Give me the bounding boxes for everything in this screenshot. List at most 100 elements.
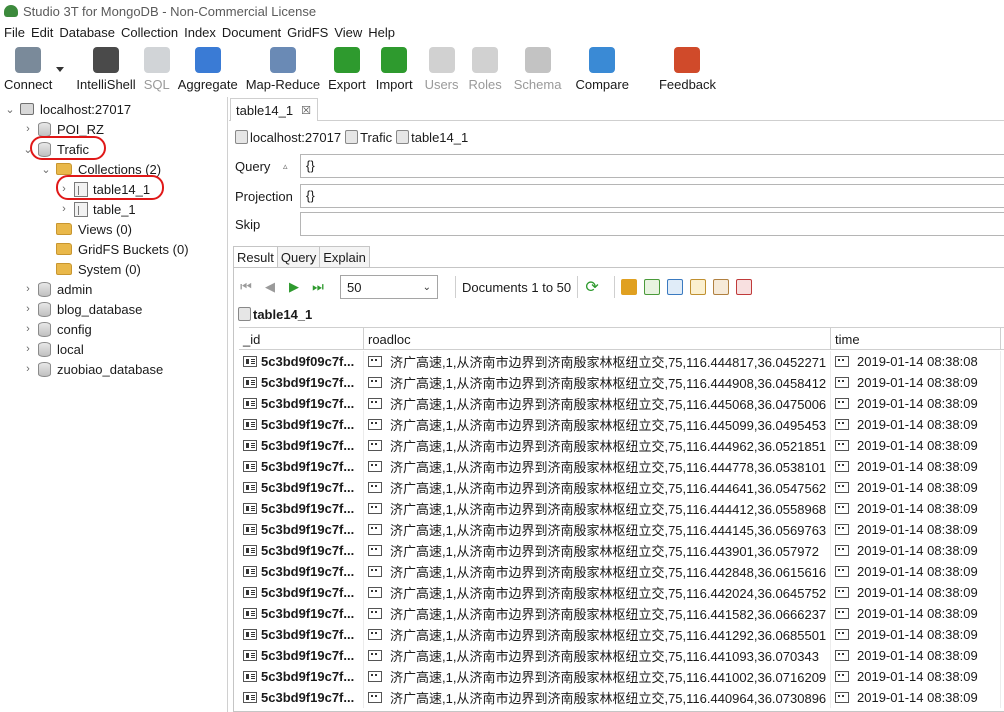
chevron-down-icon[interactable]: ⌄ <box>4 103 16 116</box>
cell-time[interactable]: 2019-01-14 08:38:09 <box>831 561 1001 582</box>
table-row[interactable]: 5c3bd9f19c7f... 济广高速,1,从济南市边界到济南殷家林枢纽立交,7… <box>239 456 1004 477</box>
toolbar-users-button[interactable]: Users <box>425 43 459 97</box>
toolbar-roles-button[interactable]: Roles <box>469 43 502 97</box>
menu-gridfs[interactable]: GridFS <box>286 25 333 40</box>
menu-document[interactable]: Document <box>221 25 286 40</box>
cell-id[interactable]: 5c3bd9f19c7f... <box>239 519 364 540</box>
table-row[interactable]: 5c3bd9f19c7f... 济广高速,1,从济南市边界到济南殷家林枢纽立交,7… <box>239 477 1004 498</box>
cell-roadloc[interactable]: 济广高速,1,从济南市边界到济南殷家林枢纽立交,75,116.443901,36… <box>364 540 831 561</box>
cell-roadloc[interactable]: 济广高速,1,从济南市边界到济南殷家林枢纽立交,75,116.441093,36… <box>364 645 831 666</box>
cell-time[interactable]: 2019-01-14 08:38:09 <box>831 687 1001 708</box>
chevron-right-icon[interactable]: › <box>22 123 34 135</box>
menu-database[interactable]: Database <box>58 25 120 40</box>
tab-query[interactable]: Query <box>276 246 321 268</box>
cell-time[interactable]: 2019-01-14 08:38:09 <box>831 666 1001 687</box>
query-input[interactable]: {} <box>300 154 1004 178</box>
lock-icon[interactable] <box>621 279 638 295</box>
tree-db-admin[interactable]: › admin <box>22 279 92 299</box>
cell-roadloc[interactable]: 济广高速,1,从济南市边界到济南殷家林枢纽立交,75,116.442024,36… <box>364 582 831 603</box>
cell-id[interactable]: 5c3bd9f19c7f... <box>239 498 364 519</box>
sort-toggle-icon[interactable]: ▵ <box>283 161 288 172</box>
first-page-icon[interactable]: ⏮ <box>238 279 254 295</box>
cell-time[interactable]: 2019-01-14 08:38:09 <box>831 540 1001 561</box>
tab-explain[interactable]: Explain <box>319 246 370 268</box>
chevron-right-icon[interactable]: › <box>22 323 34 335</box>
table-row[interactable]: 5c3bd9f19c7f... 济广高速,1,从济南市边界到济南殷家林枢纽立交,7… <box>239 498 1004 519</box>
page-size-select[interactable]: 50 ⌄ <box>340 275 438 299</box>
table-row[interactable]: 5c3bd9f19c7f... 济广高速,1,从济南市边界到济南殷家林枢纽立交,7… <box>239 372 1004 393</box>
column-header-time[interactable]: time <box>831 328 1001 350</box>
toolbar-intellishell-button[interactable]: IntelliShell <box>76 43 136 97</box>
cell-id[interactable]: 5c3bd9f19c7f... <box>239 477 364 498</box>
cell-roadloc[interactable]: 济广高速,1,从济南市边界到济南殷家林枢纽立交,75,116.440964,36… <box>364 687 831 708</box>
table-row[interactable]: 5c3bd9f19c7f... 济广高速,1,从济南市边界到济南殷家林枢纽立交,7… <box>239 414 1004 435</box>
cell-id[interactable]: 5c3bd9f19c7f... <box>239 645 364 666</box>
menu-collection[interactable]: Collection <box>120 25 183 40</box>
cell-time[interactable]: 2019-01-14 08:38:09 <box>831 624 1001 645</box>
table-row[interactable]: 5c3bd9f19c7f... 济广高速,1,从济南市边界到济南殷家林枢纽立交,7… <box>239 582 1004 603</box>
tab-table14-1[interactable]: table14_1 ☒ <box>230 98 318 121</box>
view-document-icon[interactable] <box>667 279 684 295</box>
toolbar-feedback-button[interactable]: Feedback <box>659 43 716 97</box>
table-row[interactable]: 5c3bd9f19c7f... 济广高速,1,从济南市边界到济南殷家林枢纽立交,7… <box>239 561 1004 582</box>
cell-id[interactable]: 5c3bd9f19c7f... <box>239 372 364 393</box>
chevron-right-icon[interactable]: › <box>22 303 34 315</box>
cell-time[interactable]: 2019-01-14 08:38:09 <box>831 393 1001 414</box>
toolbar-aggregate-button[interactable]: Aggregate <box>178 43 238 97</box>
tree-db-zuobiao-database[interactable]: › zuobiao_database <box>22 359 163 379</box>
table-row[interactable]: 5c3bd9f19c7f... 济广高速,1,从济南市边界到济南殷家林枢纽立交,7… <box>239 519 1004 540</box>
cell-id[interactable]: 5c3bd9f19c7f... <box>239 456 364 477</box>
edit-field-icon[interactable] <box>713 279 730 295</box>
cell-time[interactable]: 2019-01-14 08:38:09 <box>831 372 1001 393</box>
cell-time[interactable]: 2019-01-14 08:38:09 <box>831 477 1001 498</box>
menu-file[interactable]: File <box>3 25 30 40</box>
cell-time[interactable]: 2019-01-14 08:38:09 <box>831 498 1001 519</box>
previous-page-icon[interactable]: ◀ <box>262 279 278 295</box>
toolbar-map-reduce-button[interactable]: Map-Reduce <box>246 43 320 97</box>
cell-roadloc[interactable]: 济广高速,1,从济南市边界到济南殷家林枢纽立交,75,116.445099,36… <box>364 414 831 435</box>
chevron-right-icon[interactable]: › <box>58 203 70 215</box>
menu-index[interactable]: Index <box>183 25 221 40</box>
cell-id[interactable]: 5c3bd9f19c7f... <box>239 582 364 603</box>
cell-id[interactable]: 5c3bd9f19c7f... <box>239 624 364 645</box>
tree-collection-table-1[interactable]: › table_1 <box>58 199 136 219</box>
chevron-right-icon[interactable]: › <box>22 343 34 355</box>
menu-view[interactable]: View <box>333 25 367 40</box>
tree-folder-views[interactable]: Views (0) <box>56 219 132 239</box>
cell-roadloc[interactable]: 济广高速,1,从济南市边界到济南殷家林枢纽立交,75,116.444908,36… <box>364 372 831 393</box>
toolbar-sql-button[interactable]: SQL <box>143 43 170 97</box>
column-header-roadloc[interactable]: roadloc <box>364 328 831 350</box>
skip-input[interactable] <box>300 212 1004 236</box>
cell-roadloc[interactable]: 济广高速,1,从济南市边界到济南殷家林枢纽立交,75,116.441002,36… <box>364 666 831 687</box>
cell-roadloc[interactable]: 济广高速,1,从济南市边界到济南殷家林枢纽立交,75,116.445068,36… <box>364 393 831 414</box>
chevron-right-icon[interactable]: › <box>22 363 34 375</box>
table-row[interactable]: 5c3bd9f19c7f... 济广高速,1,从济南市边界到济南殷家林枢纽立交,7… <box>239 393 1004 414</box>
toolbar-connect-button[interactable]: Connect <box>4 43 52 97</box>
table-row[interactable]: 5c3bd9f19c7f... 济广高速,1,从济南市边界到济南殷家林枢纽立交,7… <box>239 645 1004 666</box>
cell-time[interactable]: 2019-01-14 08:38:08 <box>831 351 1001 372</box>
breadcrumb-database[interactable]: Trafic <box>360 130 392 145</box>
cell-id[interactable]: 5c3bd9f19c7f... <box>239 666 364 687</box>
cell-roadloc[interactable]: 济广高速,1,从济南市边界到济南殷家林枢纽立交,75,116.441582,36… <box>364 603 831 624</box>
cell-id[interactable]: 5c3bd9f19c7f... <box>239 603 364 624</box>
chevron-right-icon[interactable]: › <box>22 283 34 295</box>
toolbar-compare-button[interactable]: Compare <box>575 43 629 97</box>
cell-time[interactable]: 2019-01-14 08:38:09 <box>831 435 1001 456</box>
cell-time[interactable]: 2019-01-14 08:38:09 <box>831 603 1001 624</box>
projection-input[interactable]: {} <box>300 184 1004 208</box>
cell-id[interactable]: 5c3bd9f19c7f... <box>239 687 364 708</box>
next-page-icon[interactable]: ▶ <box>286 279 302 295</box>
table-row[interactable]: 5c3bd9f19c7f... 济广高速,1,从济南市边界到济南殷家林枢纽立交,7… <box>239 666 1004 687</box>
tab-result[interactable]: Result <box>233 246 278 268</box>
cell-roadloc[interactable]: 济广高速,1,从济南市边界到济南殷家林枢纽立交,75,116.442848,36… <box>364 561 831 582</box>
table-row[interactable]: 5c3bd9f19c7f... 济广高速,1,从济南市边界到济南殷家林枢纽立交,7… <box>239 603 1004 624</box>
chevron-down-icon[interactable]: ⌄ <box>40 163 52 176</box>
cell-time[interactable]: 2019-01-14 08:38:09 <box>831 582 1001 603</box>
table-row[interactable]: 5c3bd9f19c7f... 济广高速,1,从济南市边界到济南殷家林枢纽立交,7… <box>239 540 1004 561</box>
connect-dropdown-icon[interactable] <box>56 67 65 72</box>
tree-db-blog-database[interactable]: › blog_database <box>22 299 142 319</box>
tree-connection[interactable]: ⌄ localhost:27017 <box>4 99 131 119</box>
cell-id[interactable]: 5c3bd9f19c7f... <box>239 393 364 414</box>
cell-roadloc[interactable]: 济广高速,1,从济南市边界到济南殷家林枢纽立交,75,116.444778,36… <box>364 456 831 477</box>
toolbar-schema-button[interactable]: Schema <box>514 43 561 97</box>
